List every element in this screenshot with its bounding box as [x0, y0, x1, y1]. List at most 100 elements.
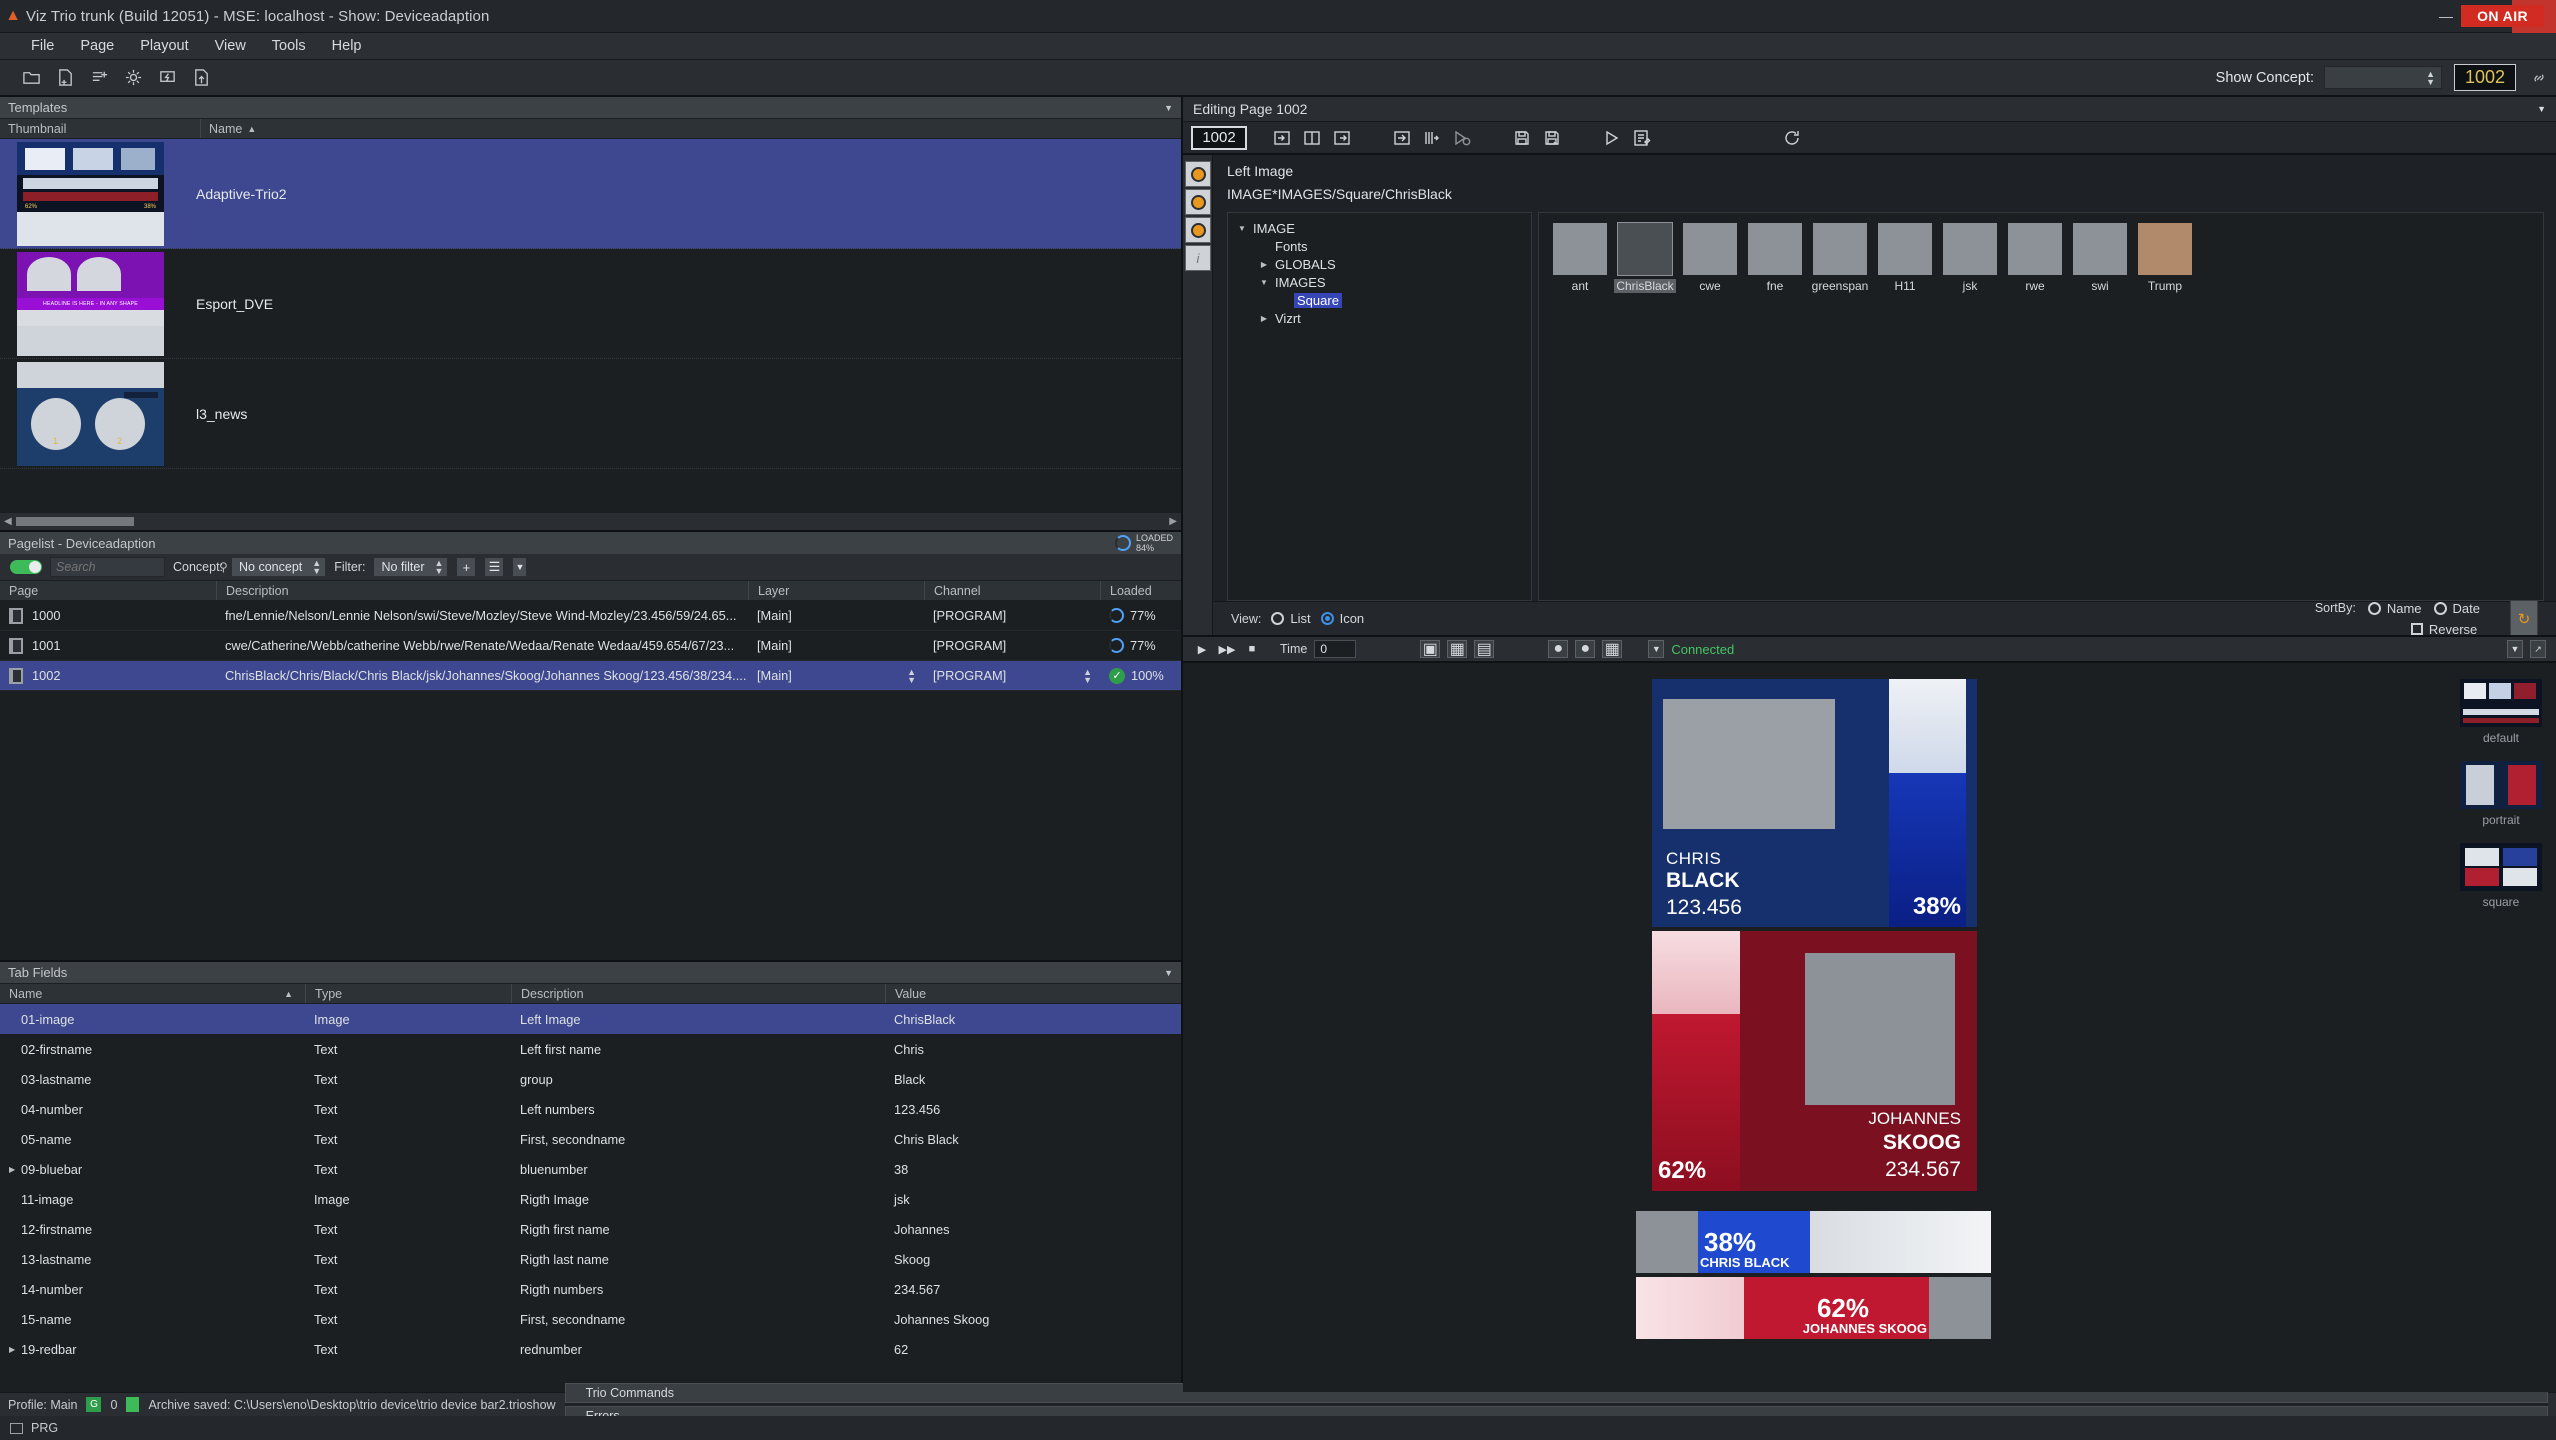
save-as-icon[interactable]	[1537, 124, 1567, 152]
pagelist-toggle[interactable]	[10, 560, 42, 574]
snapshot-icon[interactable]: ▣	[1420, 640, 1440, 658]
variant-square[interactable]: square	[2460, 843, 2542, 909]
scroll-right-icon[interactable]: ▶	[1169, 516, 1177, 527]
monitor-icon[interactable]	[150, 63, 184, 93]
field-value[interactable]: Skoog	[885, 1252, 1181, 1267]
field-value[interactable]: 38	[885, 1162, 1181, 1177]
chevron-down-icon[interactable]: ▼	[2537, 104, 2546, 114]
tabfields-col-type[interactable]: Type	[305, 984, 511, 1003]
pattern-icon[interactable]: ▦	[1602, 640, 1622, 658]
gallery-item[interactable]: ant	[1549, 223, 1611, 293]
tabfields-col-value[interactable]: Value	[885, 984, 1181, 1003]
variant-portrait[interactable]: portrait	[2460, 761, 2542, 827]
scroll-thumb[interactable]	[16, 517, 134, 526]
pagelist-col-description[interactable]: Description	[216, 581, 748, 600]
tree-node-image[interactable]: ▼IMAGE	[1228, 219, 1531, 237]
radio-icon[interactable]	[2434, 602, 2447, 615]
search-image-icon[interactable]	[1185, 189, 1211, 215]
pagelist-col-layer[interactable]: Layer	[748, 581, 924, 600]
tree-node-globals[interactable]: ▶GLOBALS	[1228, 255, 1531, 273]
toolbar-page-number[interactable]: 1002	[2454, 64, 2516, 91]
table-row[interactable]: ▶09-bluebar Text bluenumber 38	[0, 1154, 1181, 1184]
concept-dropdown[interactable]: No concept ▲▼	[231, 557, 326, 577]
transition-icon[interactable]	[1297, 124, 1327, 152]
table-row[interactable]: 03-lastname Text group Black	[0, 1064, 1181, 1094]
field-value[interactable]: 123.456	[885, 1102, 1181, 1117]
scroll-left-icon[interactable]: ◀	[4, 516, 12, 527]
view-option-list[interactable]: List	[1271, 611, 1310, 626]
search-content-icon[interactable]	[1185, 161, 1211, 187]
menu-item-playout[interactable]: Playout	[127, 36, 201, 56]
time-input[interactable]: 0	[1314, 640, 1356, 658]
field-value[interactable]: Johannes	[885, 1222, 1181, 1237]
table-row[interactable]: 15-name Text First, secondname Johannes …	[0, 1304, 1181, 1334]
tree-node-square[interactable]: Square	[1228, 291, 1531, 309]
person2-icon[interactable]: ●	[1575, 640, 1595, 658]
radio-icon[interactable]	[1271, 612, 1284, 625]
field-value[interactable]: Black	[885, 1072, 1181, 1087]
gallery-item[interactable]: Trump	[2134, 223, 2196, 293]
list-view-button[interactable]: ☰	[484, 557, 504, 577]
stop-icon[interactable]: ■	[1243, 640, 1261, 658]
filter-dropdown[interactable]: No filter ▲▼	[373, 557, 448, 577]
chevron-down-icon[interactable]: ▼	[1164, 103, 1173, 113]
pagelist-col-loaded[interactable]: Loaded	[1100, 581, 1181, 600]
table-row[interactable]: 1001 cwe/Catherine/Webb/catherine Webb/r…	[0, 631, 1181, 661]
template-row-l3-news[interactable]: 1 2 l3_news	[0, 359, 1181, 469]
chevron-down-icon[interactable]: ▼	[1164, 968, 1173, 978]
continue-icon[interactable]	[1417, 124, 1447, 152]
sortby-option-name[interactable]: Name	[2368, 601, 2422, 616]
tabfields-col-name[interactable]: Name ▲	[0, 984, 305, 1003]
view-option-icon[interactable]: Icon	[1321, 611, 1365, 626]
take-in-icon[interactable]	[1387, 124, 1417, 152]
chevron-updown-icon[interactable]: ▲▼	[1083, 668, 1092, 684]
radio-icon[interactable]	[1321, 612, 1334, 625]
variant-default[interactable]: default	[2460, 679, 2542, 745]
templates-hscrollbar[interactable]: ◀ ▶	[0, 512, 1181, 530]
table-row[interactable]: 05-name Text First, secondname Chris Bla…	[0, 1124, 1181, 1154]
export-icon[interactable]	[184, 63, 218, 93]
table-row[interactable]: 02-firstname Text Left first name Chris	[0, 1034, 1181, 1064]
show-concept-select[interactable]: ▲▼	[2324, 66, 2442, 89]
sortby-option-date[interactable]: Date	[2434, 601, 2480, 616]
chevron-down-icon[interactable]: ▼	[1256, 278, 1272, 287]
field-value[interactable]: ChrisBlack	[885, 1012, 1181, 1027]
gallery-item[interactable]: jsk	[1939, 223, 2001, 293]
expander-icon[interactable]: ▶	[9, 1165, 21, 1174]
new-page-icon[interactable]	[48, 63, 82, 93]
radio-icon[interactable]	[2368, 602, 2381, 615]
pagelist-col-channel[interactable]: Channel	[924, 581, 1100, 600]
edit-script-icon[interactable]	[1627, 124, 1657, 152]
table-row[interactable]: 14-number Text Rigth numbers 234.567	[0, 1274, 1181, 1304]
export-page-icon[interactable]	[1327, 124, 1357, 152]
link-icon[interactable]	[2522, 63, 2556, 93]
templates-col-name[interactable]: Name ▲	[200, 119, 1181, 138]
grid2-icon[interactable]: ▦	[1447, 640, 1467, 658]
play-icon[interactable]	[1597, 124, 1627, 152]
pagelist-col-page[interactable]: Page	[0, 581, 216, 600]
play-icon[interactable]: ▶	[1193, 640, 1211, 658]
table-row[interactable]: 1002 ChrisBlack/Chris/Black/Chris Black/…	[0, 661, 1181, 691]
field-value[interactable]: 234.567	[885, 1282, 1181, 1297]
menu-item-tools[interactable]: Tools	[259, 36, 319, 56]
field-value[interactable]: 62	[885, 1342, 1181, 1357]
tabfields-col-description[interactable]: Description	[511, 984, 885, 1003]
list-view-dropdown[interactable]: ▼	[512, 557, 527, 577]
expander-icon[interactable]: ▶	[9, 1345, 21, 1354]
search-geom-icon[interactable]	[1185, 217, 1211, 243]
editor-page-number[interactable]: 1002	[1191, 126, 1247, 150]
gallery-item[interactable]: swi	[2069, 223, 2131, 293]
open-folder-icon[interactable]	[14, 63, 48, 93]
field-value[interactable]: jsk	[885, 1192, 1181, 1207]
new-playlist-icon[interactable]	[82, 63, 116, 93]
chevron-right-icon[interactable]: ▶	[1256, 314, 1272, 323]
add-filter-button[interactable]: +	[456, 557, 476, 577]
table-row[interactable]: 11-image Image Rigth Image jsk	[0, 1184, 1181, 1214]
import-icon[interactable]	[1267, 124, 1297, 152]
tree-node-images[interactable]: ▼IMAGES	[1228, 273, 1531, 291]
person-icon[interactable]: ●	[1548, 640, 1568, 658]
search-box[interactable]: ⚲	[50, 557, 165, 577]
gallery-item[interactable]: cwe	[1679, 223, 1741, 293]
chevron-down-icon[interactable]: ▼	[2507, 640, 2523, 658]
chevron-updown-icon[interactable]: ▲▼	[907, 668, 916, 684]
